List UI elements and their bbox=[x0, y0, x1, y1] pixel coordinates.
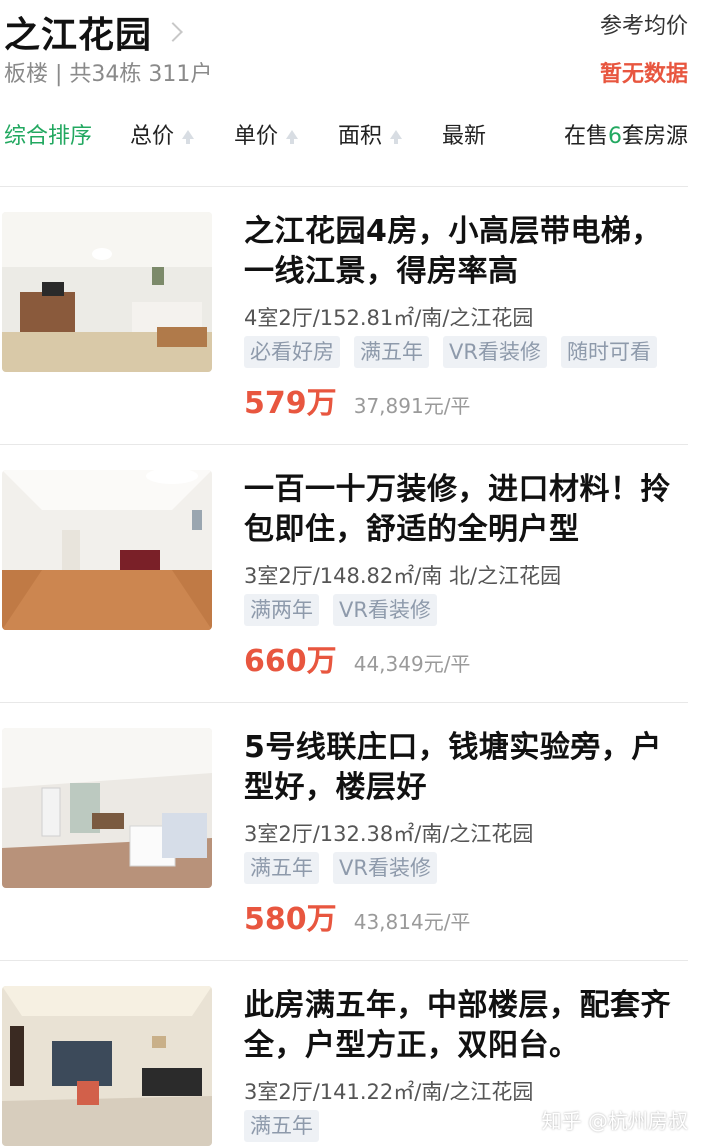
on-sale-number: 6 bbox=[607, 124, 622, 149]
listing-unit-price: 43,814元/平 bbox=[353, 910, 471, 934]
listing-unit-price: 44,349元/平 bbox=[353, 652, 471, 676]
listing-title[interactable]: 之江花园4房，小高层带电梯，一线江景，得房率高 bbox=[244, 212, 688, 292]
listing-tags: 必看好房 满五年 VR看装修 随时可看 bbox=[244, 336, 688, 370]
divider bbox=[0, 186, 688, 187]
listing-tag: VR看装修 bbox=[333, 852, 437, 884]
listing-price-row: 660万 44,349元/平 bbox=[244, 636, 688, 679]
sort-arrow-icon bbox=[390, 129, 403, 144]
sort-unit-price[interactable]: 单价 bbox=[234, 118, 299, 150]
listing-page: 之江花园 板楼 | 共34栋 311户 参考均价 暂无数据 综合排序 总价 单价… bbox=[0, 0, 702, 1148]
listing-price-row: 579万 37,891元/平 bbox=[244, 378, 688, 421]
listing-tag: 必看好房 bbox=[244, 336, 340, 368]
listing-photo[interactable] bbox=[2, 728, 212, 888]
divider bbox=[0, 960, 688, 961]
listing-card[interactable]: 一百一十万装修，进口材料！拎包即住，舒适的全明户型 3室2厅/148.82㎡/南… bbox=[0, 470, 702, 728]
listing-tags: 满五年 VR看装修 bbox=[244, 852, 688, 886]
listing-card[interactable]: 之江花园4房，小高层带电梯，一线江景，得房率高 4室2厅/152.81㎡/南/之… bbox=[0, 212, 702, 470]
watermark: 知乎 @杭州房叔 bbox=[541, 1109, 688, 1133]
listing-title[interactable]: 5号线联庄口，钱塘实验旁，户型好，楼层好 bbox=[244, 728, 688, 808]
listing-photo[interactable] bbox=[2, 470, 212, 630]
listing-tag: 满五年 bbox=[244, 1110, 319, 1142]
listing-title[interactable]: 此房满五年，中部楼层，配套齐全，户型方正，双阳台。 bbox=[244, 986, 688, 1066]
listing-tag: 随时可看 bbox=[560, 336, 657, 368]
sort-newest-label: 最新 bbox=[442, 124, 487, 149]
listing-price-row: 580万 43,814元/平 bbox=[244, 894, 688, 937]
listing-meta: 3室2厅/141.22㎡/南/之江花园 bbox=[244, 1080, 534, 1104]
community-header: 之江花园 板楼 | 共34栋 311户 参考均价 暂无数据 bbox=[0, 0, 702, 90]
community-subtitle: 板楼 | 共34栋 311户 bbox=[4, 62, 213, 87]
sort-total-price[interactable]: 总价 bbox=[130, 118, 195, 150]
on-sale-prefix: 在售 bbox=[563, 124, 608, 149]
listing-tag: VR看装修 bbox=[333, 594, 437, 626]
listing-card[interactable]: 5号线联庄口，钱塘实验旁，户型好，楼层好 3室2厅/132.38㎡/南/之江花园… bbox=[0, 728, 702, 986]
sort-bar: 综合排序 总价 单价 面积 最新 在售6套房源 bbox=[0, 112, 702, 156]
listing-title[interactable]: 一百一十万装修，进口材料！拎包即住，舒适的全明户型 bbox=[244, 470, 688, 550]
sort-arrow-icon bbox=[286, 129, 299, 144]
ref-price-label: 参考均价 bbox=[599, 14, 688, 39]
divider bbox=[0, 702, 688, 703]
chevron-right-icon[interactable] bbox=[163, 22, 183, 42]
sort-area[interactable]: 面积 bbox=[338, 118, 403, 150]
listing-tag: 满五年 bbox=[354, 336, 429, 368]
divider bbox=[0, 444, 688, 445]
sort-area-label: 面积 bbox=[338, 124, 383, 149]
listing-price: 580万 bbox=[244, 902, 337, 937]
sort-comprehensive-label: 综合排序 bbox=[4, 124, 93, 149]
listing-unit-price: 37,891元/平 bbox=[353, 394, 471, 418]
sort-unit-price-label: 单价 bbox=[234, 124, 279, 149]
community-title-row[interactable]: 之江花园 bbox=[4, 6, 183, 58]
listing-price: 660万 bbox=[244, 644, 337, 679]
listing-meta: 3室2厅/132.38㎡/南/之江花园 bbox=[244, 822, 534, 846]
listing-tag: 满两年 bbox=[244, 594, 319, 626]
sort-total-price-label: 总价 bbox=[130, 124, 175, 149]
listing-price: 579万 bbox=[244, 386, 337, 421]
sort-arrow-icon bbox=[182, 129, 195, 144]
listing-tag: 满五年 bbox=[244, 852, 319, 884]
on-sale-suffix: 套房源 bbox=[621, 124, 688, 149]
ref-price-value: 暂无数据 bbox=[599, 62, 688, 87]
listing-photo[interactable] bbox=[2, 986, 212, 1146]
listing-tag: VR看装修 bbox=[443, 336, 547, 368]
listing-info: 一百一十万装修，进口材料！拎包即住，舒适的全明户型 3室2厅/148.82㎡/南… bbox=[244, 470, 688, 679]
on-sale-count: 在售6套房源 bbox=[564, 118, 688, 150]
sort-comprehensive[interactable]: 综合排序 bbox=[4, 118, 92, 150]
sort-newest[interactable]: 最新 bbox=[442, 118, 486, 150]
community-name[interactable]: 之江花园 bbox=[4, 6, 152, 58]
listing-tags: 满两年 VR看装修 bbox=[244, 594, 688, 628]
listing-photo[interactable] bbox=[2, 212, 212, 372]
listing-meta: 3室2厅/148.82㎡/南 北/之江花园 bbox=[244, 564, 562, 588]
listing-info: 5号线联庄口，钱塘实验旁，户型好，楼层好 3室2厅/132.38㎡/南/之江花园… bbox=[244, 728, 688, 937]
listing-info: 之江花园4房，小高层带电梯，一线江景，得房率高 4室2厅/152.81㎡/南/之… bbox=[244, 212, 688, 421]
listing-meta: 4室2厅/152.81㎡/南/之江花园 bbox=[244, 306, 534, 330]
